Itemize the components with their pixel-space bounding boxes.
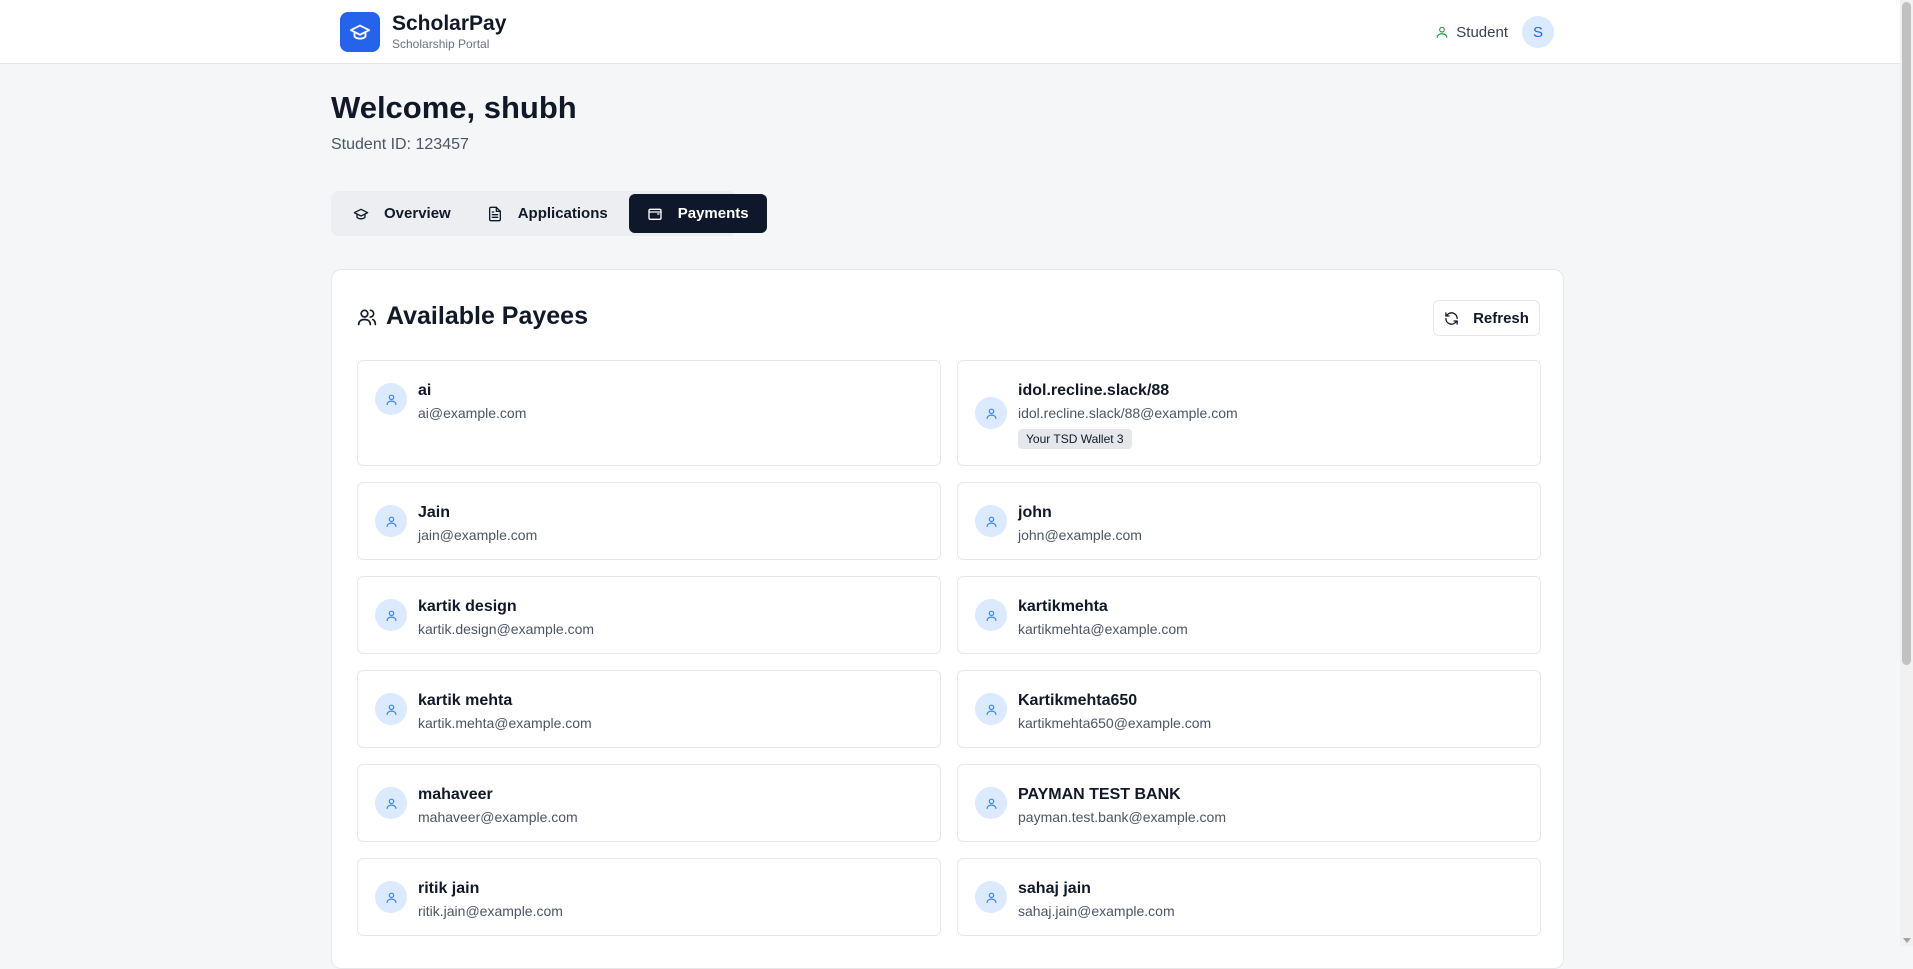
payee-card[interactable]: Kartikmehta650 kartikmehta650@example.co… — [957, 670, 1541, 748]
user-icon — [975, 397, 1007, 429]
payee-email: payman.test.bank@example.com — [1018, 809, 1226, 825]
tab-label: Overview — [384, 205, 451, 222]
payee-card[interactable]: idol.recline.slack/88 idol.recline.slack… — [957, 360, 1541, 466]
tab-label: Payments — [677, 205, 749, 222]
scrollbar-thumb[interactable] — [1902, 2, 1911, 665]
page-scrollbar[interactable] — [1900, 0, 1913, 946]
payee-card[interactable]: john john@example.com — [957, 482, 1541, 560]
payee-name: Kartikmehta650 — [1018, 692, 1138, 709]
refresh-icon — [1445, 311, 1458, 325]
brand-name: ScholarPay — [392, 12, 507, 35]
user-icon — [375, 505, 407, 537]
payee-email: sahaj.jain@example.com — [1018, 903, 1175, 919]
payees-title-text: Available Payees — [386, 302, 588, 330]
payee-email: ai@example.com — [418, 405, 527, 421]
payee-card[interactable]: ai ai@example.com — [357, 360, 941, 466]
payee-card[interactable]: ritik jain ritik.jain@example.com — [357, 858, 941, 936]
payee-name: kartik mehta — [418, 692, 513, 709]
top-navbar: ScholarPay Scholarship Portal Student S — [0, 0, 1900, 64]
payee-email: john@example.com — [1018, 527, 1142, 543]
payees-card: Available Payees Refresh ai ai@example.c… — [331, 269, 1564, 969]
payee-name: kartik design — [418, 598, 517, 615]
tab-payments[interactable]: Payments — [628, 194, 767, 233]
payee-name: Jain — [418, 504, 451, 521]
user-icon — [975, 693, 1007, 725]
payee-name: idol.recline.slack/88 — [1018, 382, 1170, 399]
payee-email: kartik.mehta@example.com — [418, 715, 592, 731]
user-role: Student — [1435, 24, 1508, 41]
refresh-label: Refresh — [1473, 309, 1529, 327]
welcome-section: Welcome, shubh Student ID: 123457 — [331, 88, 577, 154]
payee-card[interactable]: PAYMAN TEST BANK payman.test.bank@exampl… — [957, 764, 1541, 842]
payee-email: mahaveer@example.com — [418, 809, 578, 825]
page-title: Welcome, shubh — [331, 90, 577, 125]
payee-name: mahaveer — [418, 786, 493, 803]
avatar[interactable]: S — [1522, 16, 1554, 48]
payee-email: ritik.jain@example.com — [418, 903, 563, 919]
payee-email: kartikmehta@example.com — [1018, 621, 1188, 637]
user-icon — [375, 599, 407, 631]
tab-bar: Overview Applications Payments — [331, 191, 767, 236]
tab-overview[interactable]: Overview — [335, 194, 469, 233]
user-area: Student S — [1435, 16, 1554, 48]
payee-card[interactable]: kartik design kartik.design@example.com — [357, 576, 941, 654]
payee-name: ritik jain — [418, 880, 480, 897]
tab-label: Applications — [517, 205, 608, 222]
document-icon — [488, 206, 501, 221]
user-icon — [975, 599, 1007, 631]
wallet-badge: Your TSD Wallet 3 — [1018, 429, 1132, 449]
user-icon — [375, 383, 407, 415]
graduation-cap-icon — [353, 208, 369, 219]
tab-applications[interactable]: Applications — [469, 194, 626, 233]
payee-name: PAYMAN TEST BANK — [1018, 786, 1181, 803]
payee-email: jain@example.com — [418, 527, 538, 543]
payee-email: kartikmehta650@example.com — [1018, 715, 1212, 731]
payee-email: idol.recline.slack/88@example.com — [1018, 405, 1238, 421]
payee-card[interactable]: kartik mehta kartik.mehta@example.com — [357, 670, 941, 748]
payee-card[interactable]: kartikmehta kartikmehta@example.com — [957, 576, 1541, 654]
student-id: Student ID: 123457 — [331, 136, 469, 153]
wallet-icon — [648, 208, 662, 220]
payee-name: kartikmehta — [1018, 598, 1108, 615]
payee-email: kartik.design@example.com — [418, 621, 595, 637]
scroll-down-arrow-icon[interactable] — [1903, 938, 1911, 943]
brand-subtitle: Scholarship Portal — [392, 37, 490, 51]
payee-card[interactable]: Jain jain@example.com — [357, 482, 941, 560]
payee-card[interactable]: mahaveer mahaveer@example.com — [357, 764, 941, 842]
payee-name: sahaj jain — [1018, 880, 1091, 897]
graduation-cap-logo-icon — [340, 12, 380, 52]
user-icon — [975, 881, 1007, 913]
user-role-label: Student — [1456, 23, 1508, 41]
user-icon — [375, 787, 407, 819]
payee-card[interactable]: sahaj jain sahaj.jain@example.com — [957, 858, 1541, 936]
user-icon — [975, 505, 1007, 537]
users-icon — [357, 309, 377, 325]
refresh-button[interactable]: Refresh — [1433, 300, 1540, 336]
payee-name: ai — [418, 382, 432, 399]
payee-name: john — [1018, 504, 1052, 521]
payees-title: Available Payees — [357, 302, 588, 331]
user-icon — [375, 881, 407, 913]
user-icon — [1437, 26, 1448, 38]
user-icon — [375, 693, 407, 725]
brand[interactable]: ScholarPay Scholarship Portal — [340, 12, 506, 52]
user-icon — [975, 787, 1007, 819]
